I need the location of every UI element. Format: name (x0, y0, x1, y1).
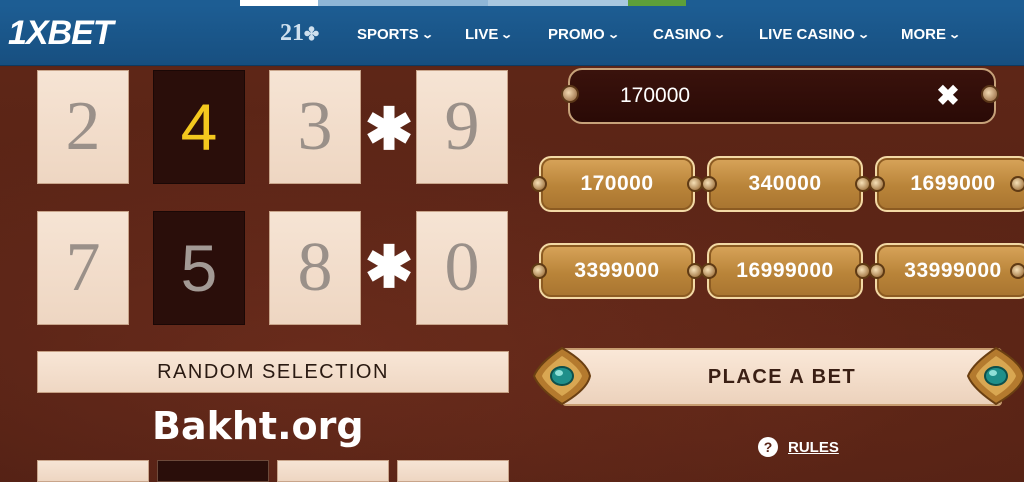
ornament-knob-icon (701, 263, 717, 279)
digit-value: 8 (297, 229, 333, 306)
brand-21-text: 21 (280, 20, 304, 46)
asterisk-separator: ✱ (365, 101, 414, 159)
stake-chip[interactable]: 340000 (707, 156, 863, 212)
nav-more-label: MORE (901, 26, 946, 43)
digit-cell[interactable]: 2 (37, 70, 129, 184)
nav-live[interactable]: LIVE ⌄ (465, 26, 514, 43)
nav-more[interactable]: MORE ⌄ (901, 26, 962, 43)
help-icon: ? (758, 437, 778, 457)
digit-cell[interactable] (157, 460, 269, 482)
place-bet-label: PLACE A BET (707, 365, 857, 388)
digit-cell[interactable] (397, 460, 509, 482)
gem-ornament-icon (966, 346, 1024, 406)
digit-cell[interactable]: 9 (416, 70, 508, 184)
stake-chip-value: 3399000 (574, 259, 660, 282)
ornament-knob-icon (561, 85, 579, 103)
brand-logo[interactable]: 1XBET (8, 14, 114, 53)
separator-glyph: ✱ (364, 97, 414, 162)
nav-casino[interactable]: CASINO ⌄ (653, 26, 727, 43)
digit-value: 4 (180, 90, 218, 164)
stake-chip-value: 33999000 (904, 259, 1002, 282)
chevron-down-icon: ⌄ (857, 29, 870, 41)
bet-amount-field[interactable]: 170000 (568, 68, 996, 124)
stake-chip-value: 170000 (580, 172, 654, 195)
asterisk-separator: ✱ (365, 239, 414, 297)
digit-value: 7 (65, 229, 101, 306)
nav-sports[interactable]: SPORTS ⌄ (357, 26, 434, 43)
rules-link[interactable]: ? RULES (758, 437, 839, 457)
digit-value: 9 (444, 88, 480, 165)
digit-value: 3 (297, 88, 333, 165)
ornament-knob-icon (531, 176, 547, 192)
chevron-down-icon: ⌄ (606, 29, 620, 41)
separator-glyph: ✱ (364, 235, 414, 300)
ornament-knob-icon (1010, 263, 1024, 279)
gem-ornament-icon (532, 346, 592, 406)
stake-chip[interactable]: 16999000 (707, 243, 863, 299)
chevron-down-icon: ⌄ (948, 29, 962, 41)
bet-amount-value: 170000 (620, 84, 691, 107)
digit-cell[interactable]: 8 (269, 211, 361, 325)
nav-promo[interactable]: PROMO ⌄ (548, 26, 620, 43)
ornament-knob-icon (1010, 176, 1024, 192)
nav-live-casino[interactable]: LIVE CASINO ⌄ (759, 26, 870, 43)
clear-glyph: ✖ (936, 79, 960, 111)
close-icon[interactable]: ✖ (934, 79, 962, 111)
digit-cell[interactable]: 3 (269, 70, 361, 184)
digit-value: 2 (65, 88, 101, 165)
chevron-down-icon: ⌄ (420, 29, 434, 41)
nav-live-casino-label: LIVE CASINO (759, 26, 855, 43)
ornament-knob-icon (981, 85, 999, 103)
random-selection-button[interactable]: RANDOM SELECTION (37, 351, 509, 393)
nav-sports-label: SPORTS (357, 26, 419, 43)
digit-cell[interactable]: 7 (37, 211, 129, 325)
ornament-knob-icon (701, 176, 717, 192)
digit-cell-selected[interactable]: 5 (153, 211, 245, 325)
logo-prefix: 1X (8, 14, 49, 52)
stake-chip-value: 340000 (748, 172, 822, 195)
nav-casino-label: CASINO (653, 26, 712, 43)
digit-cell[interactable] (277, 460, 389, 482)
ornament-knob-icon (869, 176, 885, 192)
logo-suffix: BET (47, 14, 114, 52)
chevron-down-icon: ⌄ (500, 29, 514, 41)
stake-chip-value: 1699000 (910, 172, 996, 195)
stake-chip-value: 16999000 (736, 259, 834, 282)
top-navbar: 1XBET 21✤ SPORTS ⌄ LIVE ⌄ PROMO ⌄ CASINO… (0, 6, 1024, 66)
digit-cell[interactable] (37, 460, 149, 482)
stake-chip[interactable]: 1699000 (875, 156, 1024, 212)
rules-label: RULES (788, 438, 839, 456)
stake-chip[interactable]: 170000 (539, 156, 695, 212)
digit-value: 0 (444, 229, 480, 306)
ornament-knob-icon (869, 263, 885, 279)
digit-value: 5 (180, 231, 218, 305)
ornament-knob-icon (531, 263, 547, 279)
digit-cell[interactable]: 0 (416, 211, 508, 325)
random-selection-label: RANDOM SELECTION (157, 360, 389, 383)
brand-21-logo[interactable]: 21✤ (280, 20, 319, 47)
chevron-down-icon: ⌄ (713, 29, 727, 41)
stake-chip[interactable]: 33999000 (875, 243, 1024, 299)
watermark-text: Bakht.org (152, 404, 364, 448)
digit-cell-selected[interactable]: 4 (153, 70, 245, 184)
nav-live-label: LIVE (465, 26, 499, 43)
nav-promo-label: PROMO (548, 26, 605, 43)
stake-chip[interactable]: 3399000 (539, 243, 695, 299)
place-bet-button[interactable]: PLACE A BET (562, 348, 1002, 406)
